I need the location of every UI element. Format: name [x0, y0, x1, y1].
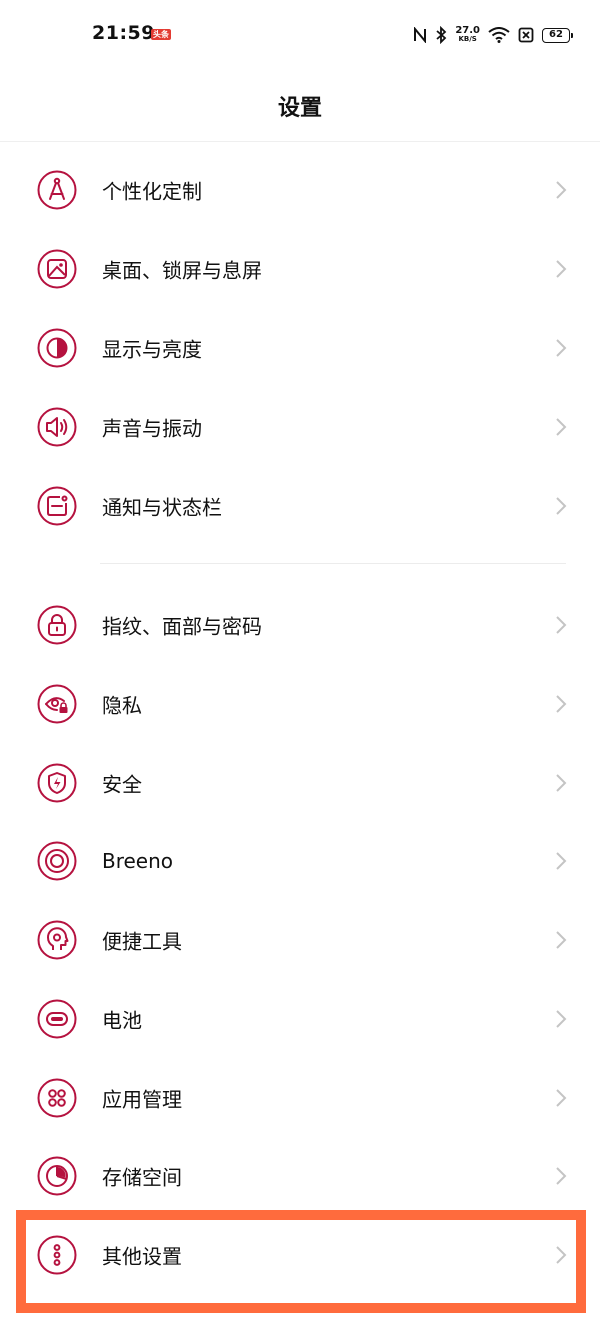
settings-item-sound[interactable]: 声音与振动 — [0, 387, 600, 466]
chevron-right-icon — [554, 1166, 568, 1186]
pie-chart-icon — [37, 1156, 77, 1196]
home-indicator — [0, 1320, 600, 1340]
settings-item-notifications[interactable]: 通知与状态栏 — [0, 466, 600, 545]
wallpaper-icon — [37, 249, 77, 289]
net-speed: 27.0 KB/S — [455, 26, 480, 44]
notification-icon — [37, 486, 77, 526]
chevron-right-icon — [554, 338, 568, 358]
brightness-icon — [37, 328, 77, 368]
breeno-icon — [37, 841, 77, 881]
settings-item-app-management[interactable]: 应用管理 — [0, 1058, 600, 1137]
settings-item-battery[interactable]: 电池 — [0, 979, 600, 1058]
settings-item-label: 显示与亮度 — [102, 337, 202, 361]
lock-icon — [37, 605, 77, 645]
settings-item-label: 安全 — [102, 772, 142, 796]
compass-icon — [37, 170, 77, 210]
settings-item-label: 存储空间 — [102, 1165, 182, 1189]
head-gear-icon — [37, 920, 77, 960]
battery-indicator: 62 — [542, 27, 573, 43]
settings-item-breeno[interactable]: Breeno — [0, 821, 600, 900]
page-title: 设置 — [277, 96, 322, 121]
settings-item-label: 电池 — [102, 1008, 142, 1032]
header: 设置 — [0, 70, 600, 142]
privacy-eye-icon — [37, 684, 77, 724]
settings-item-desktop-lockscreen[interactable]: 桌面、锁屏与息屏 — [0, 229, 600, 308]
chevron-right-icon — [554, 1009, 568, 1029]
chevron-right-icon — [554, 1088, 568, 1108]
settings-item-label: 个性化定制 — [102, 179, 202, 203]
settings-item-convenience-tools[interactable]: 便捷工具 — [0, 900, 600, 979]
settings-item-label: 声音与振动 — [102, 416, 202, 440]
settings-item-display[interactable]: 显示与亮度 — [0, 308, 600, 387]
group-divider — [100, 563, 566, 564]
settings-item-label: 桌面、锁屏与息屏 — [102, 258, 262, 282]
nfc-icon — [414, 27, 427, 43]
chevron-right-icon — [554, 1245, 568, 1265]
settings-item-personalization[interactable]: 个性化定制 — [0, 150, 600, 229]
net-speed-value: 27.0 — [455, 25, 480, 36]
more-dots-icon — [37, 1235, 77, 1275]
shield-icon — [37, 763, 77, 803]
status-bar: 21:59 头条 27.0 KB/S 62 — [0, 0, 600, 70]
settings-item-storage[interactable]: 存储空间 — [0, 1136, 600, 1215]
chevron-right-icon — [554, 930, 568, 950]
chevron-right-icon — [554, 851, 568, 871]
settings-item-label: 应用管理 — [102, 1087, 182, 1111]
settings-item-label: 便捷工具 — [102, 929, 182, 953]
no-sim-icon — [518, 27, 534, 43]
settings-item-privacy[interactable]: 隐私 — [0, 664, 600, 743]
settings-item-label: 隐私 — [102, 693, 142, 717]
settings-item-other-settings[interactable]: 其他设置 — [0, 1215, 600, 1294]
settings-item-label: 指纹、面部与密码 — [102, 614, 262, 638]
bluetooth-icon — [436, 26, 447, 44]
settings-item-label: 其他设置 — [102, 1244, 182, 1268]
speaker-icon — [37, 407, 77, 447]
chevron-right-icon — [554, 417, 568, 437]
apps-grid-icon — [37, 1078, 77, 1118]
settings-item-fingerprint-face-password[interactable]: 指纹、面部与密码 — [0, 585, 600, 664]
settings-item-label: Breeno — [102, 848, 174, 873]
chevron-right-icon — [554, 259, 568, 279]
status-time: 21:59 — [92, 22, 155, 44]
chevron-right-icon — [554, 615, 568, 635]
net-speed-unit: KB/S — [458, 35, 477, 43]
battery-icon — [37, 999, 77, 1039]
news-badge-icon: 头条 — [151, 29, 171, 40]
settings-item-security[interactable]: 安全 — [0, 743, 600, 822]
wifi-icon — [488, 27, 510, 43]
chevron-right-icon — [554, 496, 568, 516]
status-icons: 27.0 KB/S 62 — [413, 24, 573, 46]
chevron-right-icon — [554, 694, 568, 714]
settings-item-label: 通知与状态栏 — [102, 495, 222, 519]
chevron-right-icon — [554, 180, 568, 200]
chevron-right-icon — [554, 773, 568, 793]
